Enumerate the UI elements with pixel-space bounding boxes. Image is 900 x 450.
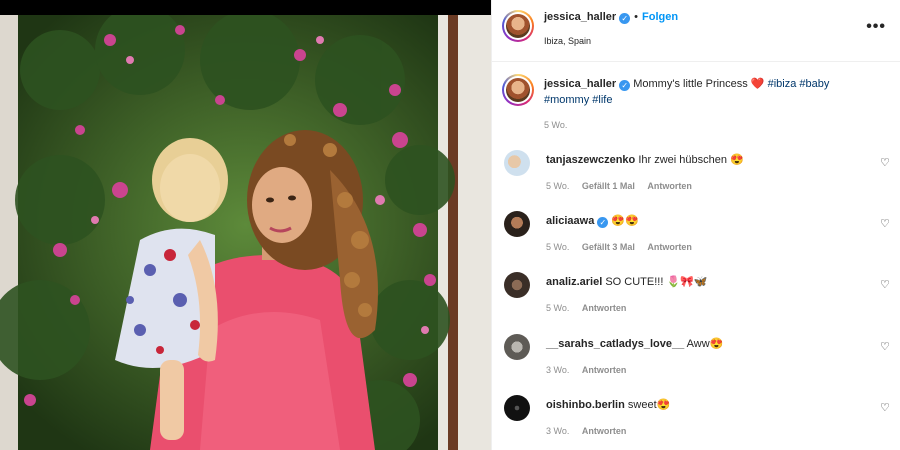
caption-body: Mommy's little Princess ❤️ [633, 78, 765, 90]
photo-illustration [0, 0, 491, 450]
comment-likes-count[interactable]: Gefällt 1 Mal [582, 181, 635, 191]
comment-meta: 5 Wo. Antworten [546, 303, 636, 313]
comment-body: aliciaawa ✓ 😍😍 [546, 214, 639, 228]
comment-meta: 5 Wo. Gefällt 1 Mal Antworten [546, 181, 702, 191]
like-heart-icon[interactable]: ♡ [880, 340, 892, 353]
comment-likes-count[interactable]: Gefällt 3 Mal [582, 242, 635, 252]
comment-body: oishinbo.berlin sweet😍 [546, 398, 670, 411]
author-username-link[interactable]: jessica_haller [544, 11, 616, 23]
comment-item: tanjaszewczenko Ihr zwei hübschen 😍 5 Wo… [504, 150, 892, 200]
commenter-username-link[interactable]: oishinbo.berlin [546, 399, 625, 411]
comment-item: oishinbo.berlin sweet😍 3 Wo. Antworten ♡ [504, 395, 892, 445]
comment-timestamp[interactable]: 5 Wo. [546, 242, 569, 252]
commenter-avatar[interactable] [504, 334, 530, 360]
hashtag-link[interactable]: #ibiza [768, 78, 797, 90]
caption-avatar[interactable] [502, 74, 534, 106]
comment-meta: 5 Wo. Gefällt 3 Mal Antworten [546, 242, 702, 252]
comment-timestamp[interactable]: 3 Wo. [546, 365, 569, 375]
commenter-username-link[interactable]: analiz.ariel [546, 276, 602, 288]
like-heart-icon[interactable]: ♡ [880, 217, 892, 230]
hashtag-link[interactable]: #baby [799, 78, 829, 90]
verified-icon: ✓ [597, 217, 609, 228]
comment-item: analiz.ariel SO CUTE!!! 🌷🎀🦋 5 Wo. Antwor… [504, 272, 892, 322]
commenter-avatar[interactable] [504, 211, 530, 237]
comment-timestamp[interactable]: 3 Wo. [546, 426, 569, 436]
commenter-username-link[interactable]: __sarahs_catladys_love__ [546, 338, 684, 350]
comment-body: tanjaszewczenko Ihr zwei hübschen 😍 [546, 153, 744, 166]
comment-body: analiz.ariel SO CUTE!!! 🌷🎀🦋 [546, 275, 708, 288]
commenter-username-link[interactable]: tanjaszewczenko [546, 154, 635, 166]
commenter-username-link[interactable]: aliciaawa [546, 215, 594, 227]
comment-item: __sarahs_catladys_love__ Aww😍 3 Wo. Antw… [504, 334, 892, 384]
location-link[interactable]: Ibiza, Spain [544, 36, 591, 46]
verified-icon: ✓ [619, 13, 631, 24]
hashtag-link[interactable]: #mommy [544, 94, 589, 106]
photo-top-bar [0, 0, 491, 15]
post-photo[interactable] [0, 0, 491, 450]
comment-timestamp[interactable]: 5 Wo. [546, 303, 569, 313]
comment-text: Ihr zwei hübschen 😍 [638, 154, 744, 166]
author-avatar[interactable] [502, 10, 534, 42]
commenter-avatar[interactable] [504, 150, 530, 176]
like-heart-icon[interactable]: ♡ [880, 156, 892, 169]
reply-button[interactable]: Antworten [582, 303, 627, 313]
like-heart-icon[interactable]: ♡ [880, 401, 892, 414]
reply-button[interactable]: Antworten [582, 365, 627, 375]
comment-timestamp[interactable]: 5 Wo. [546, 181, 569, 191]
caption-timestamp[interactable]: 5 Wo. [544, 120, 567, 130]
follow-button[interactable]: Folgen [642, 11, 678, 23]
like-heart-icon[interactable]: ♡ [880, 278, 892, 291]
comment-meta: 3 Wo. Antworten [546, 365, 636, 375]
comment-text: sweet😍 [627, 399, 671, 411]
comment-text: 😍😍 [611, 215, 639, 227]
commenter-avatar[interactable] [504, 395, 530, 421]
verified-icon: ✓ [619, 80, 631, 91]
reply-button[interactable]: Antworten [647, 181, 692, 191]
comment-text: Aww😍 [686, 338, 724, 350]
comment-meta: 3 Wo. Antworten [546, 426, 636, 436]
reply-button[interactable]: Antworten [647, 242, 692, 252]
caption-text: jessica_haller ✓ Mommy's little Princess … [544, 76, 884, 108]
hashtag-link[interactable]: #life [592, 94, 612, 106]
post-side-panel: jessica_haller ✓ • Folgen Ibiza, Spain ••• … [491, 0, 900, 450]
caption-username-link[interactable]: jessica_haller [544, 78, 616, 90]
header-user-line: jessica_haller ✓ • Folgen [544, 11, 678, 24]
reply-button[interactable]: Antworten [582, 426, 627, 436]
commenter-avatar[interactable] [504, 272, 530, 298]
more-options-icon[interactable]: ••• [866, 18, 886, 36]
comment-body: __sarahs_catladys_love__ Aww😍 [546, 337, 723, 350]
separator-dot: • [634, 11, 639, 23]
post-header: jessica_haller ✓ • Folgen Ibiza, Spain ••• [492, 0, 900, 62]
comment-text: SO CUTE!!! 🌷🎀🦋 [605, 276, 708, 288]
comment-item: aliciaawa ✓ 😍😍 5 Wo. Gefällt 3 Mal Antwor… [504, 211, 892, 261]
